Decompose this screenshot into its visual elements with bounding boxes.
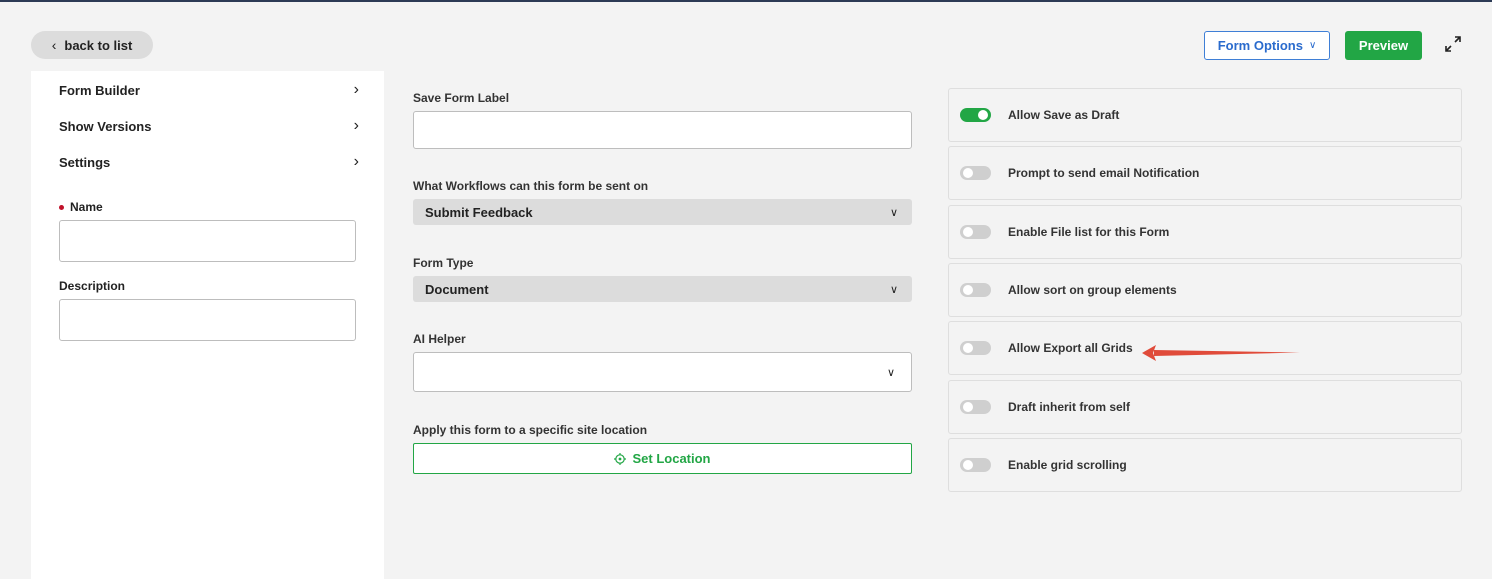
location-caption: Apply this form to a specific site locat… [413, 423, 648, 437]
chevron-down-icon: ∨ [1308, 40, 1317, 51]
preview-label: Preview [1358, 38, 1409, 53]
crosshair-icon [614, 452, 627, 465]
toggle-knob [963, 227, 973, 237]
left-panel: Form Builder › Show Versions › Settings … [31, 71, 384, 579]
set-location-button[interactable]: Set Location [413, 443, 912, 474]
form-type-caption: Form Type [413, 256, 474, 270]
option-label: Allow Export all Grids [1008, 341, 1133, 355]
workflows-select[interactable]: Submit Feedback ∨ [413, 199, 912, 225]
toggle-knob [963, 285, 973, 295]
chevron-down-icon: ∨ [889, 206, 898, 219]
sidebar-item-label: Settings [59, 154, 111, 170]
chevron-down-icon: ∨ [889, 283, 898, 296]
description-label-text: Description [59, 279, 126, 293]
toggle-knob [963, 402, 973, 412]
toggle-switch[interactable] [960, 341, 991, 355]
back-to-list-label: back to list [64, 37, 133, 53]
sidebar-item-form-builder[interactable]: Form Builder › [59, 80, 359, 100]
chevron-right-icon: › [353, 117, 359, 134]
option-draft-inherit: Draft inherit from self [948, 380, 1462, 434]
save-form-label-input[interactable] [413, 111, 912, 149]
toggle-switch[interactable] [960, 166, 991, 180]
name-input[interactable] [59, 220, 356, 262]
chevron-right-icon: › [353, 153, 359, 170]
toggle-switch[interactable] [960, 108, 991, 122]
toggle-knob [963, 460, 973, 470]
form-options-label: Form Options [1217, 38, 1303, 53]
option-allow-sort-group: Allow sort on group elements [948, 263, 1462, 317]
option-label: Enable File list for this Form [1008, 225, 1170, 239]
option-prompt-email-notification: Prompt to send email Notification [948, 146, 1462, 200]
form-options-button[interactable]: Form Options ∨ [1204, 31, 1330, 60]
description-input[interactable] [59, 299, 356, 341]
back-to-list-button[interactable]: ‹ back to list [31, 31, 153, 59]
sidebar-item-settings[interactable]: Settings › [59, 152, 359, 172]
save-form-label-caption: Save Form Label [413, 91, 510, 105]
preview-button[interactable]: Preview [1345, 31, 1422, 60]
option-label: Prompt to send email Notification [1008, 166, 1200, 180]
description-label: Description [59, 279, 125, 293]
chevron-right-icon: › [353, 81, 359, 98]
name-label-text: Name [70, 200, 103, 214]
toggle-switch[interactable] [960, 225, 991, 239]
chevron-down-icon: ∨ [886, 366, 895, 379]
workflows-caption: What Workflows can this form be sent on [413, 179, 649, 193]
top-border [0, 0, 1492, 2]
option-label: Allow Save as Draft [1008, 108, 1120, 122]
toggle-knob [963, 343, 973, 353]
ai-helper-select[interactable]: ∨ [413, 352, 912, 392]
sidebar-item-show-versions[interactable]: Show Versions › [59, 116, 359, 136]
workflows-value: Submit Feedback [425, 204, 533, 220]
expand-icon[interactable] [1442, 33, 1464, 55]
option-enable-file-list: Enable File list for this Form [948, 205, 1462, 259]
option-label: Draft inherit from self [1008, 400, 1131, 414]
sidebar-item-label: Show Versions [59, 118, 152, 134]
required-indicator [59, 204, 64, 210]
option-label: Enable grid scrolling [1008, 458, 1127, 472]
name-label: Name [59, 200, 103, 214]
toggle-switch[interactable] [960, 458, 991, 472]
form-type-value: Document [425, 281, 489, 297]
annotation-arrow-icon [1142, 345, 1300, 361]
toggle-switch[interactable] [960, 400, 991, 414]
toggle-knob [978, 110, 988, 120]
option-label: Allow sort on group elements [1008, 283, 1177, 297]
chevron-left-icon: ‹ [51, 37, 57, 53]
toggle-knob [963, 168, 973, 178]
sidebar-item-label: Form Builder [59, 82, 140, 98]
option-enable-grid-scrolling: Enable grid scrolling [948, 438, 1462, 492]
option-allow-save-as-draft: Allow Save as Draft [948, 88, 1462, 142]
ai-helper-caption: AI Helper [413, 332, 466, 346]
toggle-switch[interactable] [960, 283, 991, 297]
form-type-select[interactable]: Document ∨ [413, 276, 912, 302]
set-location-label: Set Location [632, 451, 711, 466]
